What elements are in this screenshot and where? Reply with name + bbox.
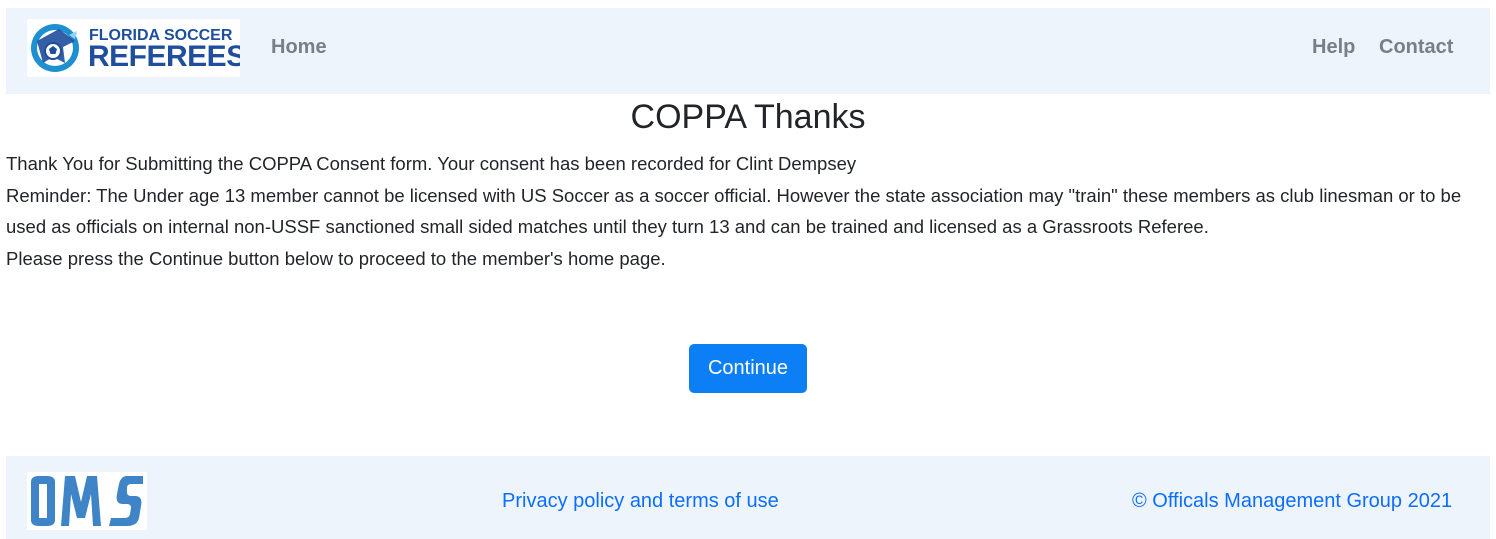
instruction-paragraph: Please press the Continue button below t… — [6, 247, 666, 269]
continue-button[interactable]: Continue — [689, 344, 807, 393]
nav-help-link[interactable]: Help — [1312, 36, 1355, 59]
nav-contact-link[interactable]: Contact — [1379, 36, 1453, 59]
nav-home-link[interactable]: Home — [271, 36, 327, 59]
florida-soccer-referees-logo-icon — [31, 24, 79, 72]
navbar: FLORIDA SOCCER REFEREES Home Help Contac… — [6, 8, 1490, 94]
footer: Privacy policy and terms of use © Offica… — [6, 456, 1490, 539]
thanks-paragraph: Thank You for Submitting the COPPA Conse… — [6, 153, 857, 174]
brand-title-line2: REFEREES — [88, 40, 240, 73]
reminder-paragraph: Reminder: The Under age 13 member cannot… — [6, 184, 1462, 238]
page: FLORIDA SOCCER REFEREES Home Help Contac… — [0, 0, 1496, 539]
page-title: COPPA Thanks — [630, 98, 866, 136]
copyright-text: © Officals Management Group 2021 — [1132, 490, 1453, 512]
button-row: Continue — [0, 344, 1496, 393]
privacy-policy-link[interactable]: Privacy policy and terms of use — [502, 490, 779, 513]
oms-logo-icon — [27, 472, 147, 530]
brand-logo-link[interactable]: FLORIDA SOCCER REFEREES — [27, 19, 240, 77]
confirmation-message: Thank You for Submitting the COPPA Conse… — [6, 148, 1490, 274]
